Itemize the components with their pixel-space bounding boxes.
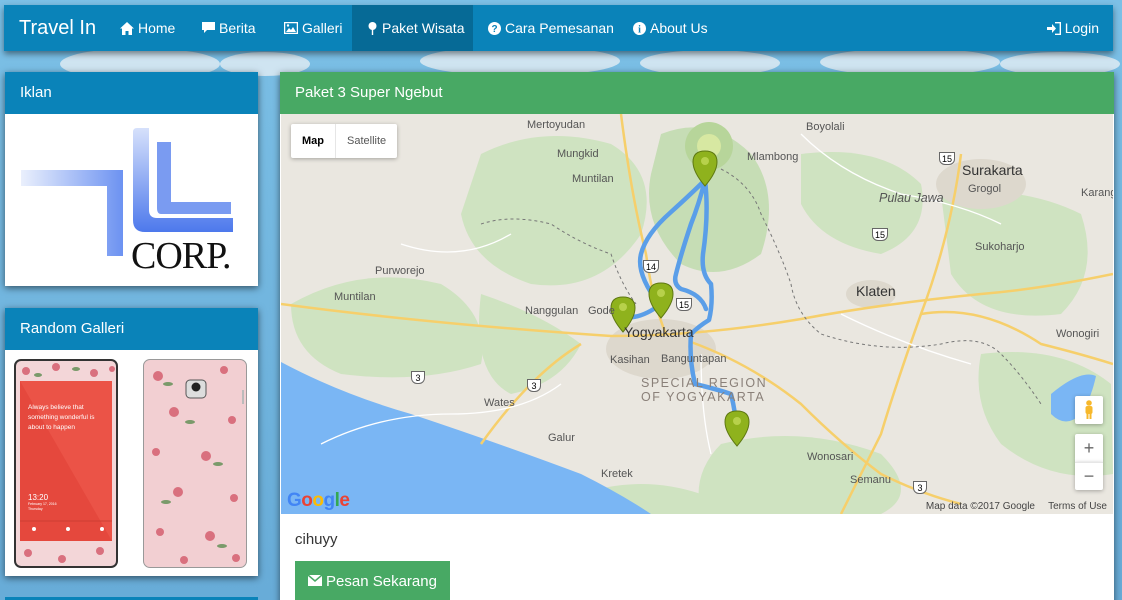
map-label: Wonosari xyxy=(807,451,854,463)
svg-text:?: ? xyxy=(491,24,497,35)
street-view-pegman-icon[interactable] xyxy=(1075,396,1103,424)
pushpin-icon xyxy=(367,21,378,35)
road-shield: 15 xyxy=(676,298,692,311)
login-icon xyxy=(1046,21,1061,35)
package-panel: Paket 3 Super Ngebut 15 15 14 15 3 3 3 M… xyxy=(280,72,1114,600)
map-label: Banguntapan xyxy=(661,353,727,365)
zoom-out-button[interactable]: − xyxy=(1075,462,1103,490)
nav-galleri[interactable]: Galleri xyxy=(269,5,352,51)
nav-about-us-label: About Us xyxy=(650,20,708,36)
map-label: Kretek xyxy=(601,468,633,480)
road-shield: 15 xyxy=(939,152,955,165)
nav-cara-pemesanan[interactable]: ? Cara Pemesanan xyxy=(473,5,618,51)
map-label: Yogyakarta xyxy=(624,324,694,340)
question-icon: ? xyxy=(488,21,501,35)
map-label: Mlambong xyxy=(747,151,799,163)
map-label: Wates xyxy=(484,397,515,409)
map-label: Klaten xyxy=(856,283,896,299)
map-label: Nanggulan xyxy=(525,305,579,317)
login-link[interactable]: Login xyxy=(1046,5,1113,51)
map-label: Pulau Jawa xyxy=(879,191,944,205)
map-label: OF YOGYAKARTA xyxy=(641,390,766,404)
map-label: Semanu xyxy=(850,474,891,486)
corp-logo-text: CORP. xyxy=(131,235,232,277)
ad-panel-title: Iklan xyxy=(5,72,258,114)
nav-paket-wisata[interactable]: Paket Wisata xyxy=(352,5,473,51)
map-label: Karang xyxy=(1081,187,1113,199)
nav-cara-pemesanan-label: Cara Pemesanan xyxy=(505,20,614,36)
nav-paket-wisata-label: Paket Wisata xyxy=(382,20,465,36)
terms-of-use-link[interactable]: Terms of Use xyxy=(1048,501,1107,512)
map-label: Galur xyxy=(548,432,575,444)
corp-logo[interactable]: CORP. xyxy=(5,114,258,286)
map-label: Surakarta xyxy=(962,162,1023,178)
map-label: Grogol xyxy=(968,183,1002,195)
nav-galleri-label: Galleri xyxy=(302,20,343,36)
map-type-control: Map Satellite xyxy=(291,124,398,158)
gallery-panel-title: Random Galleri xyxy=(5,308,258,350)
order-now-button[interactable]: Pesan Sekarang xyxy=(295,561,450,600)
map-type-map-button[interactable]: Map xyxy=(291,124,335,158)
home-icon xyxy=(120,21,134,35)
picture-icon xyxy=(284,22,298,34)
road-shield: 15 xyxy=(872,228,888,241)
map-label: Mertoyudan xyxy=(527,119,586,131)
info-icon: i xyxy=(633,21,646,35)
ad-panel: Iklan CORP. xyxy=(5,72,258,286)
google-logo: Google xyxy=(287,490,350,511)
gallery-image-phone-back[interactable] xyxy=(143,359,247,568)
brand-title[interactable]: Travel In xyxy=(4,5,105,51)
map-label: Kasihan xyxy=(610,354,650,366)
map-label: Muntilan xyxy=(572,173,614,185)
map-label: Gode xyxy=(588,305,615,317)
road-shield: 14 xyxy=(643,260,659,273)
nav-berita[interactable]: Berita xyxy=(187,5,269,51)
nav-berita-label: Berita xyxy=(219,20,256,36)
map-label: SPECIAL REGION xyxy=(641,376,768,390)
gallery-panel: Random Galleri Always believe that somet… xyxy=(5,308,258,576)
map-label: Wonogiri xyxy=(1056,328,1100,340)
top-navbar: Travel In Home Berita Galleri Paket Wisa… xyxy=(4,5,1113,51)
nav-about-us[interactable]: i About Us xyxy=(618,5,718,51)
order-now-label: Pesan Sekarang xyxy=(326,572,437,590)
nav-home-label: Home xyxy=(138,20,176,36)
map-type-satellite-button[interactable]: Satellite xyxy=(335,124,397,158)
zoom-in-button[interactable]: + xyxy=(1075,434,1103,462)
login-label: Login xyxy=(1064,20,1099,36)
map-label: Mungkid xyxy=(557,148,599,160)
road-shield: 3 xyxy=(527,379,541,392)
nav-home[interactable]: Home xyxy=(105,5,187,51)
package-title: Paket 3 Super Ngebut xyxy=(280,72,1114,114)
gallery-image-phone-front[interactable]: Always believe that something wonderful … xyxy=(14,359,118,568)
package-description: cihuyy xyxy=(295,531,338,548)
road-shield: 3 xyxy=(913,481,927,494)
map-label: Boyolali xyxy=(806,121,845,133)
map-data-credit: Map data ©2017 Google xyxy=(925,501,1035,512)
envelope-icon xyxy=(307,573,323,590)
comment-icon xyxy=(202,22,215,34)
map-label: Sukoharjo xyxy=(975,241,1025,253)
map-label: Purworejo xyxy=(375,265,425,277)
route-map[interactable]: 15 15 14 15 3 3 3 Mertoyudan Mungkid Mun… xyxy=(281,114,1113,514)
map-label: Muntilan xyxy=(334,291,376,303)
svg-text:i: i xyxy=(638,24,641,35)
road-shield: 3 xyxy=(411,371,425,384)
